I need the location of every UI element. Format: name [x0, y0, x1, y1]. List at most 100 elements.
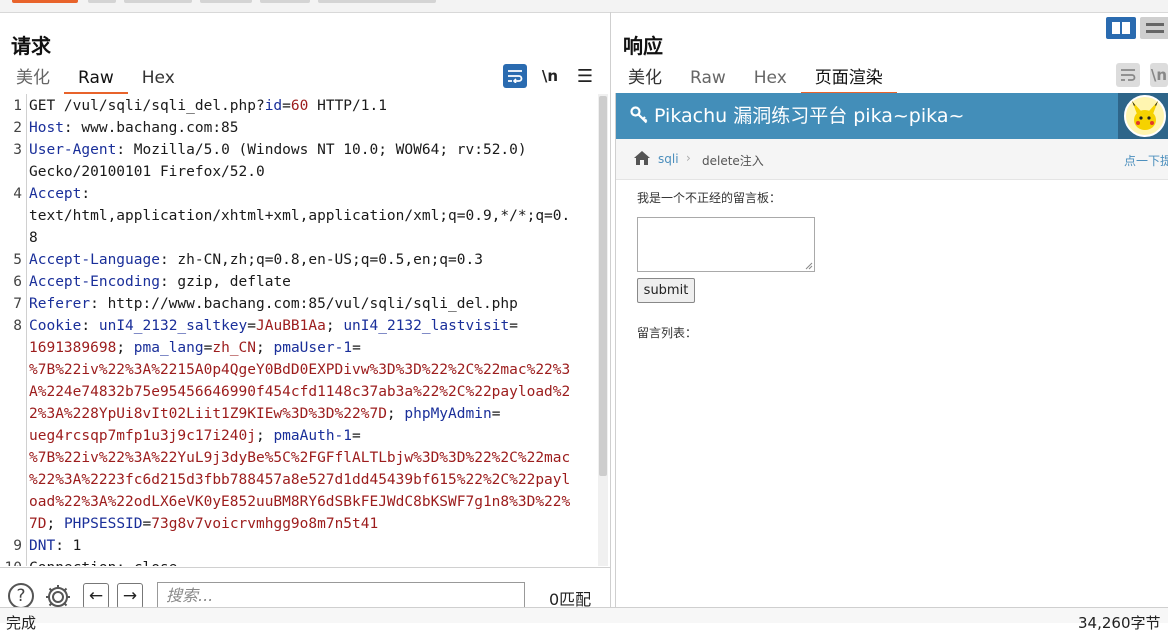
code-text: ; [116, 340, 134, 356]
code-text: = [509, 318, 518, 334]
help-icon[interactable]: ? [8, 583, 34, 609]
header-key: pmaAuth-1 [273, 428, 353, 444]
menu-button[interactable]: ☰ [573, 64, 597, 88]
request-tabs: 美化 Raw Hex [2, 66, 189, 94]
line-number: 4 [13, 186, 22, 202]
code-text: : zh-CN,zh;q=0.8,en-US;q=0.5,en;q=0.3 [159, 252, 483, 268]
tab-hex[interactable]: Hex [128, 66, 189, 92]
header-value: 7D [29, 516, 47, 532]
brand-link[interactable]: Pikachu 漏洞练习平台 pika~pika~ [630, 93, 964, 139]
code-line[interactable]: 7D; PHPSESSID=73g8v7voicrvmhgg9o8m7n5t41 [29, 513, 378, 535]
response-tabs: 美化 Raw Hex 页面渲染 [614, 66, 897, 94]
code-line[interactable]: A%224e74832b75e95456646990f454cfd1148c37… [29, 381, 570, 403]
code-line[interactable]: 1691389698; pma_lang=zh_CN; pmaUser-1= [29, 337, 361, 359]
code-text: ; [255, 428, 274, 444]
request-editor[interactable]: 1 2 3 4 5 6 7 8 9 10 GET /vul/sqli/sqli_del.php?i… [0, 94, 596, 566]
home-icon[interactable] [634, 151, 650, 165]
code-line[interactable]: Referer: http://www.bachang.com:85/vul/s… [29, 293, 518, 315]
word-wrap-button[interactable] [503, 64, 527, 88]
request-pane: 请求 美化 Raw Hex \n ☰ 1 2 3 4 5 6 7 8 9 10 GET /vul/… [0, 12, 611, 610]
code-line[interactable]: %7B%22iv%22%3A%22YuL9j3dyBe%5C%2FGFflALT… [29, 447, 570, 469]
next-match-button[interactable]: → [117, 583, 143, 609]
header-key: unI4_2132_lastvisit [343, 318, 510, 334]
code-line[interactable]: 8 [29, 227, 38, 249]
code-line[interactable]: Host: www.bachang.com:85 [29, 117, 239, 139]
top-tab[interactable] [88, 0, 116, 3]
layout-rows-button[interactable] [1140, 17, 1168, 39]
breadcrumb: sqli › delete注入 点一下提示 [616, 139, 1168, 180]
tab-raw[interactable]: Raw [64, 66, 128, 94]
code-text: Connection: close [29, 560, 177, 566]
header-key: pmaUser-1 [273, 340, 353, 356]
tab-hex[interactable]: Hex [740, 66, 801, 92]
code-line[interactable]: Connection: close [29, 557, 177, 566]
page-header: Pikachu 漏洞练习平台 pika~pika~ [616, 93, 1118, 139]
brand-text: Pikachu 漏洞练习平台 pika~pika~ [654, 105, 965, 127]
code-line[interactable]: DNT: 1 [29, 535, 81, 557]
code-line[interactable]: %7B%22iv%22%3A%2215A0p4QgeY0BdD0EXPDivw%… [29, 359, 570, 381]
hint-link[interactable]: 点一下提示 [1124, 152, 1168, 169]
top-tab[interactable] [124, 0, 192, 3]
header-key: Referer [29, 296, 91, 312]
line-number: 10 [2, 557, 22, 566]
header-value: zh_CN [212, 340, 257, 356]
word-wrap-button[interactable] [1116, 63, 1140, 87]
code-text: : Mozilla/5.0 (Windows NT 10.0; WOW64; r… [116, 142, 527, 158]
code-text: ; [46, 516, 64, 532]
show-newlines-button[interactable]: \n [538, 64, 562, 88]
code-line[interactable]: Accept-Encoding: gzip, deflate [29, 271, 291, 293]
tab-raw[interactable]: Raw [676, 66, 740, 92]
editor-scroll-thumb[interactable] [599, 96, 607, 476]
line-number: 3 [13, 142, 22, 158]
tab-pretty[interactable]: 美化 [614, 66, 676, 92]
code-line[interactable]: Accept: [29, 183, 90, 205]
submit-button[interactable]: submit [637, 278, 695, 303]
resize-handle-icon[interactable] [803, 260, 813, 270]
chevron-right-icon: › [686, 151, 691, 165]
line-number: 1 [13, 98, 22, 114]
status-text: 完成 [6, 614, 37, 632]
code-line[interactable]: User-Agent: Mozilla/5.0 (Windows NT 10.0… [29, 139, 527, 161]
code-line[interactable]: Cookie: unI4_2132_saltkey=JAuBB1Aa; unI4… [29, 315, 518, 337]
header-key: Host [29, 120, 64, 136]
header-key: Accept-Encoding [29, 274, 160, 290]
avatar-area[interactable] [1118, 93, 1168, 139]
code-line[interactable]: text/html,application/xhtml+xml,applicat… [29, 205, 570, 227]
code-text: HTTP/1.1 [308, 98, 387, 114]
show-newlines-button[interactable]: \n [1150, 63, 1168, 87]
header-value: %7B%22iv%22%3A%2215A0p4QgeY0BdD0EXPDivw%… [29, 362, 571, 378]
top-tab-active[interactable] [12, 0, 78, 3]
top-tab[interactable] [260, 0, 310, 3]
header-value: %7B%22iv%22%3A%22YuL9j3dyBe%5C%2FGFflALT… [29, 450, 571, 466]
code-line[interactable]: 2%3A%228YpUi8vIt02Liit1Z9KIEw%3D%3D%22%7… [29, 403, 500, 425]
code-line[interactable]: oad%22%3A%22odLX6eVK0yE852uuBM8RY6dSBkFE… [29, 491, 570, 513]
message-textarea[interactable] [637, 217, 815, 272]
header-value: oad%22%3A%22odLX6eVK0yE852uuBM8RY6dSBkFE… [29, 494, 571, 510]
top-tab[interactable] [318, 0, 436, 3]
code-line[interactable]: Accept-Language: zh-CN,zh;q=0.8,en-US;q=… [29, 249, 483, 271]
code-line[interactable]: Gecko/20100101 Firefox/52.0 [29, 161, 265, 183]
header-key: Cookie [29, 318, 82, 334]
header-value: JAuBB1Aa [256, 318, 326, 334]
code-text: ; [386, 406, 405, 422]
code-text: : gzip, deflate [159, 274, 291, 290]
code-line[interactable]: ueg4rcsqp7mfp1u3j9c17i240j; pmaAuth-1= [29, 425, 361, 447]
code-line[interactable]: GET /vul/sqli/sqli_del.php?id=60 HTTP/1.… [29, 95, 387, 117]
tab-render[interactable]: 页面渲染 [800, 66, 897, 94]
header-value: A%224e74832b75e95456646990f454cfd1148c37… [29, 384, 571, 400]
layout-columns-button[interactable] [1106, 17, 1136, 39]
header-key: unI4_2132_saltkey [98, 318, 248, 334]
response-size: 34,260字节 [1078, 614, 1161, 632]
code-text: Gecko/20100101 Firefox/52.0 [29, 164, 265, 180]
breadcrumb-link-sqli[interactable]: sqli [658, 152, 679, 166]
request-title: 请求 [11, 34, 51, 58]
pikachu-avatar-icon [1124, 95, 1166, 137]
line-number: 2 [13, 120, 22, 136]
header-value: 60 [290, 98, 309, 114]
tab-pretty[interactable]: 美化 [2, 66, 64, 92]
code-text: ; [256, 340, 274, 356]
search-input[interactable]: 搜索... [157, 582, 525, 610]
top-tab[interactable] [200, 0, 252, 3]
code-line[interactable]: %22%3A%2223fc6d215d3fbb788457a8e527d1dd4… [29, 469, 570, 491]
previous-match-button[interactable]: ← [83, 583, 109, 609]
